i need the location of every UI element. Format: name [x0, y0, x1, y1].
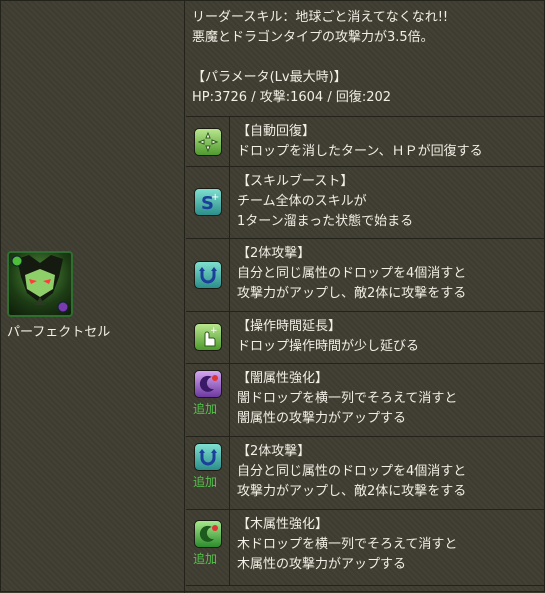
added-tag: 追加	[193, 475, 218, 489]
params-values: HP:3726 / 攻撃:1604 / 回復:202	[192, 90, 392, 105]
leader-skill-desc: 悪魔とドラゴンタイプの攻撃力が3.5倍。	[192, 30, 434, 45]
enhanced-dark-orbs-icon[interactable]	[194, 370, 222, 398]
awakening-row: 追加 【木属性強化】 木ドロップを横一列でそろえて消すと 木属性の攻撃力がアップ…	[186, 510, 545, 586]
monster-portrait-icon[interactable]	[7, 251, 73, 317]
awakening-row: 【自動回復】 ドロップを消したターン、ＨＰが回復する	[186, 117, 545, 167]
awakening-desc: 闇ドロップを横一列でそろえて消すと	[237, 391, 458, 406]
svg-text:+: +	[210, 326, 218, 336]
awakening-row: 【2体攻撃】 自分と同じ属性のドロップを4個消すと 攻撃力がアップし、敵2体に攻…	[186, 239, 545, 312]
two-pronged-attack-icon[interactable]	[194, 261, 222, 289]
enhanced-wood-orbs-icon[interactable]	[194, 520, 222, 548]
auto-recover-icon[interactable]	[194, 128, 222, 156]
awakening-title: 【2体攻撃】	[237, 246, 311, 261]
awakening-title: 【闇属性強化】	[237, 371, 329, 386]
awakening-title: 【スキルブースト】	[237, 174, 354, 189]
awakening-list: 【自動回復】 ドロップを消したターン、ＨＰが回復する S + 【スキルブースト】 …	[186, 117, 545, 586]
added-tag: 追加	[193, 552, 218, 566]
awakening-row: 追加 【闇属性強化】 闇ドロップを横一列でそろえて消すと 闇属性の攻撃力がアップ…	[186, 364, 545, 437]
awakening-desc: 1ターン溜まった状態で始まる	[237, 214, 414, 229]
awakening-row: + 【操作時間延長】 ドロップ操作時間が少し延びる	[186, 312, 545, 364]
awakening-desc: ドロップ操作時間が少し延びる	[237, 339, 420, 354]
svg-text:+: +	[211, 192, 219, 203]
awakening-title: 【操作時間延長】	[237, 319, 342, 334]
awakening-desc: 自分と同じ属性のドロップを4個消すと	[237, 266, 467, 281]
params-heading: 【パラメータ(Lv最大時)】	[192, 70, 347, 85]
awakening-title: 【自動回復】	[237, 124, 316, 139]
info-column: リーダースキル：地球ごと消えてなくなれ!! 悪魔とドラゴンタイプの攻撃力が3.5…	[186, 1, 545, 593]
monster-detail-table: パーフェクトセル リーダースキル：地球ごと消えてなくなれ!! 悪魔とドラゴンタイ…	[0, 0, 545, 593]
awakening-desc: 攻撃力がアップし、敵2体に攻撃をする	[237, 286, 467, 301]
awakening-desc: 自分と同じ属性のドロップを4個消すと	[237, 464, 467, 479]
awakening-desc: チーム全体のスキルが	[237, 194, 367, 209]
monster-column: パーフェクトセル	[1, 1, 185, 593]
leader-skill-section: リーダースキル：地球ごと消えてなくなれ!! 悪魔とドラゴンタイプの攻撃力が3.5…	[186, 1, 545, 117]
added-tag: 追加	[193, 402, 218, 416]
awakening-desc: 闇属性の攻撃力がアップする	[237, 411, 407, 426]
awakening-desc: 攻撃力がアップし、敵2体に攻撃をする	[237, 484, 467, 499]
leader-skill-name: リーダースキル：地球ごと消えてなくなれ!!	[192, 10, 449, 25]
monster-name: パーフェクトセル	[7, 325, 111, 340]
awakening-row: S + 【スキルブースト】 チーム全体のスキルが 1ターン溜まった状態で始まる	[186, 167, 545, 239]
awakening-title: 【2体攻撃】	[237, 444, 311, 459]
awakening-desc: ドロップを消したターン、ＨＰが回復する	[237, 144, 483, 159]
extend-time-icon[interactable]: +	[194, 323, 222, 351]
two-pronged-attack-icon[interactable]	[194, 443, 222, 471]
awakening-desc: 木ドロップを横一列でそろえて消すと	[237, 537, 458, 552]
awakening-title: 【木属性強化】	[237, 517, 329, 532]
skill-boost-icon[interactable]: S +	[194, 188, 222, 216]
awakening-row: 追加 【2体攻撃】 自分と同じ属性のドロップを4個消すと 攻撃力がアップし、敵2…	[186, 437, 545, 510]
awakening-desc: 木属性の攻撃力がアップする	[237, 557, 407, 572]
